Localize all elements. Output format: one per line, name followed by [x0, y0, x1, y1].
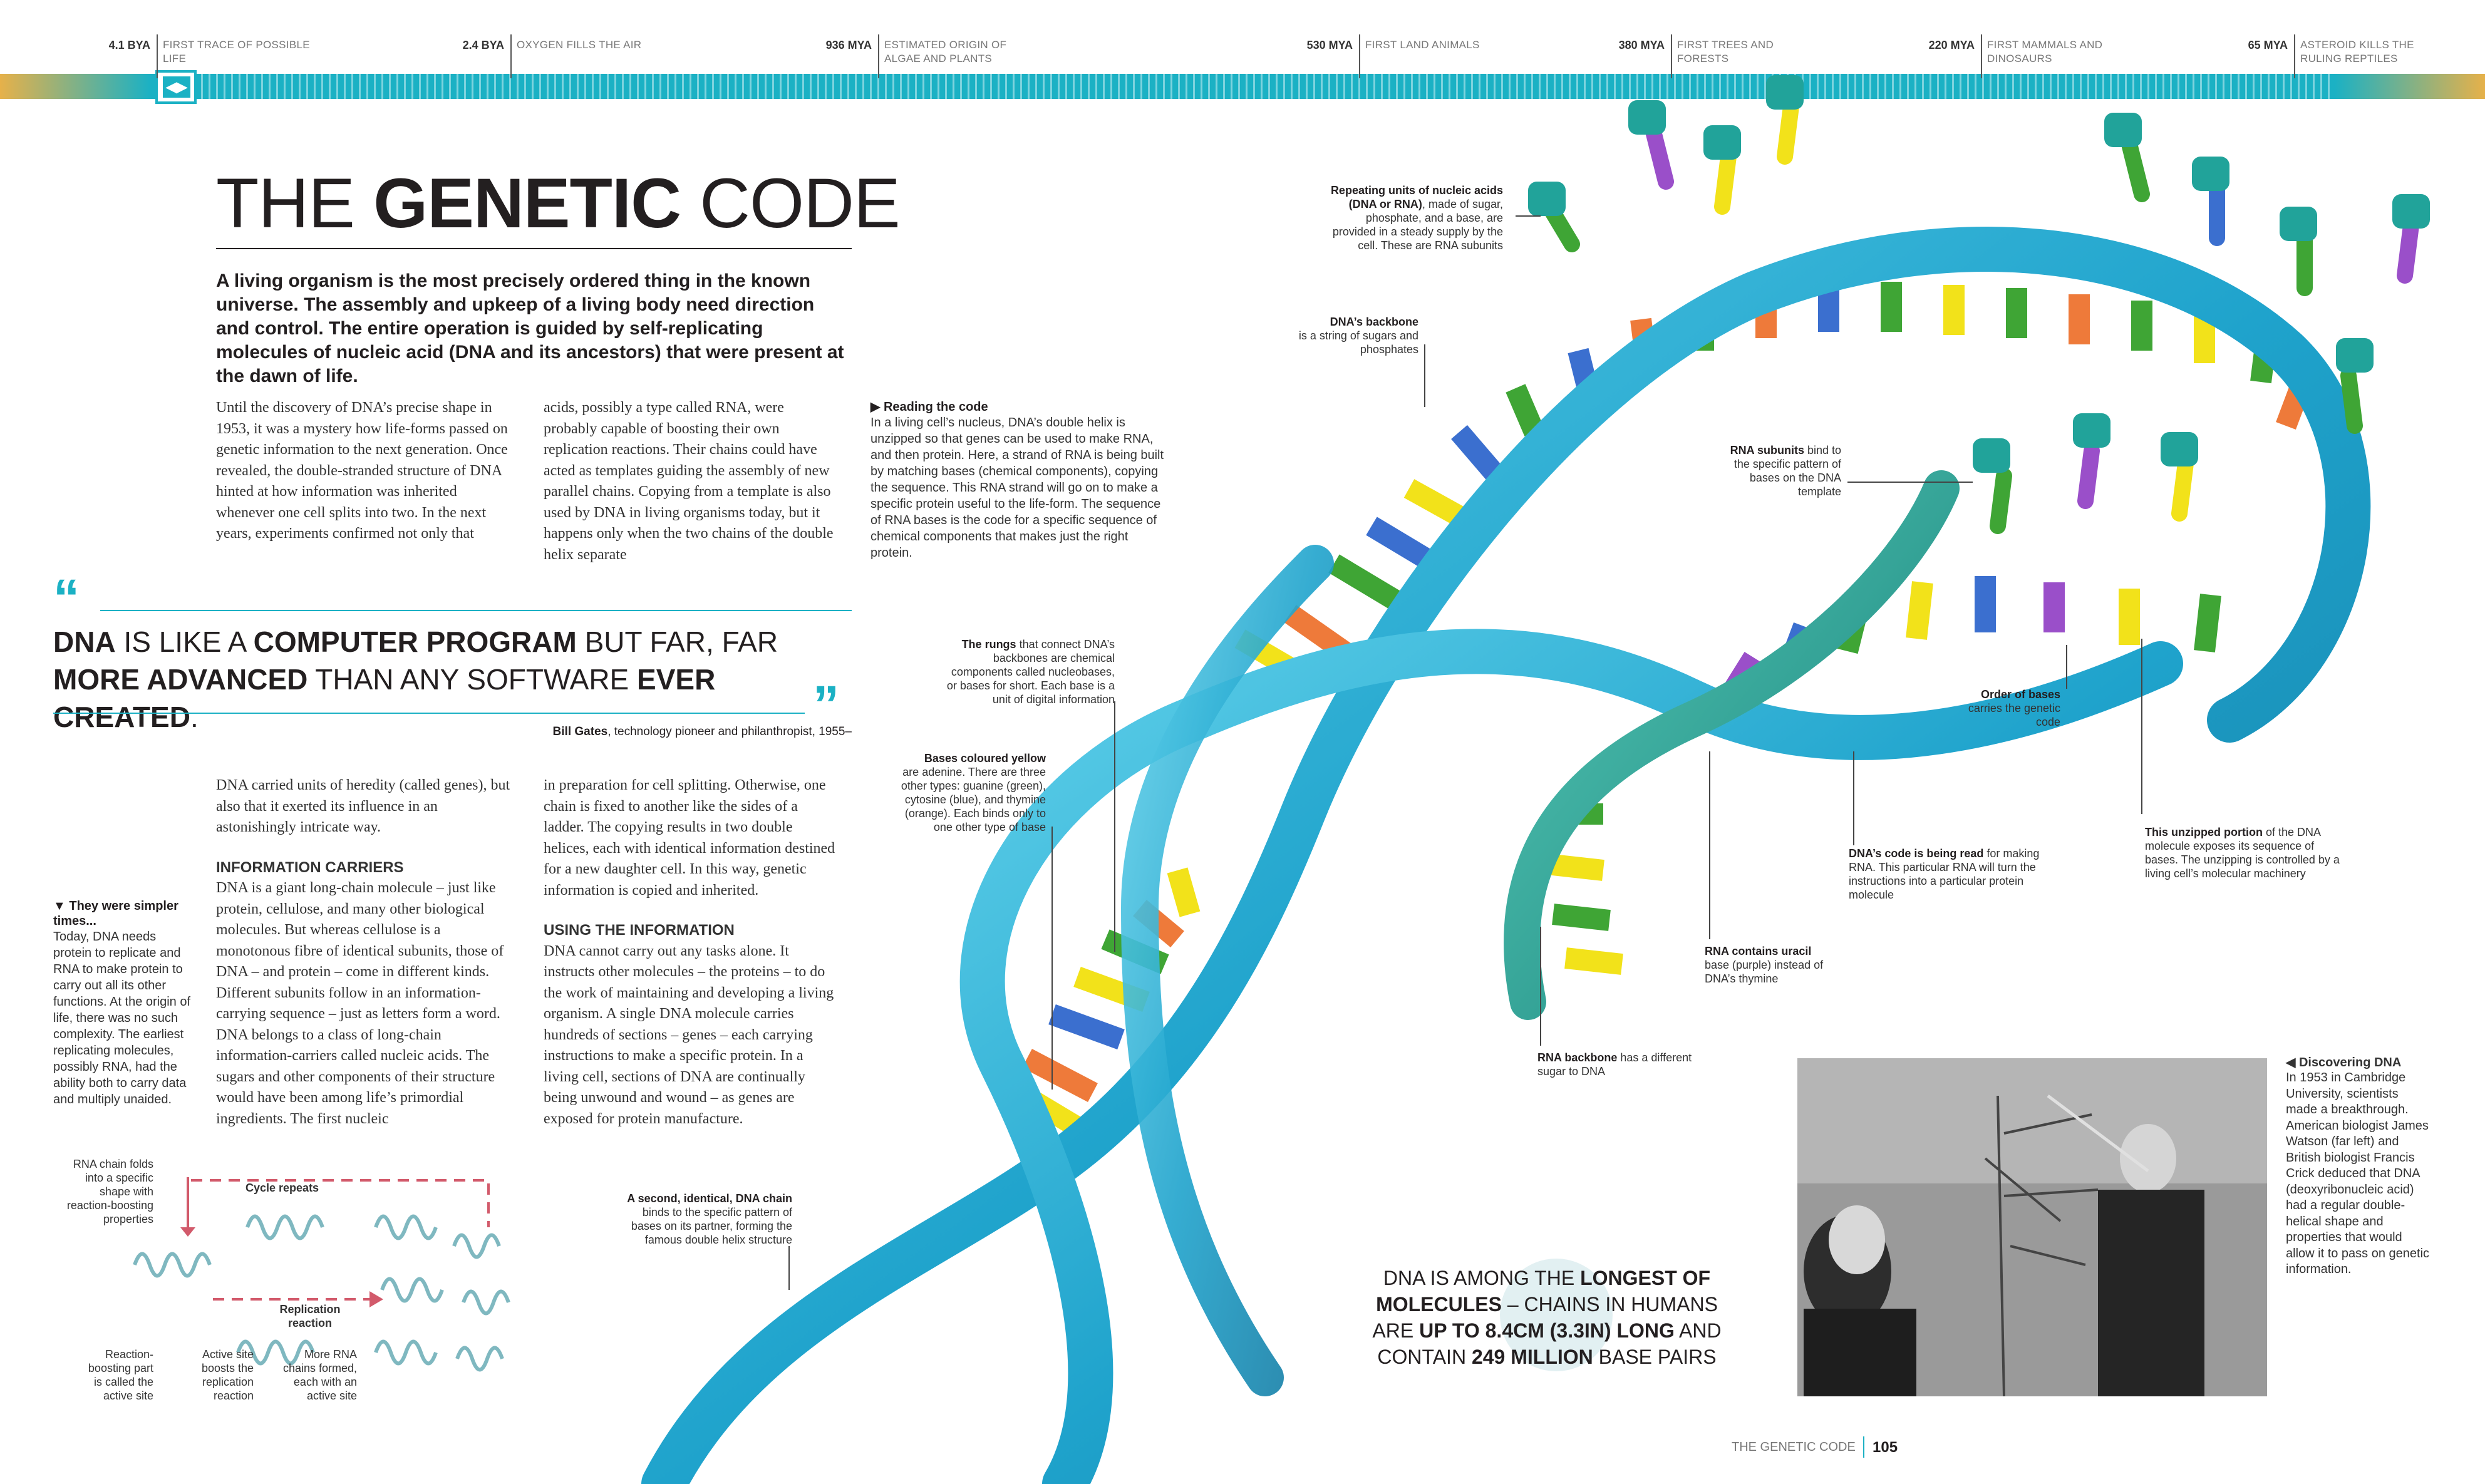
sidebar-text: Today, DNA needs protein to replicate an…	[53, 930, 191, 1106]
annotation-heading: Bases coloured yellow	[924, 752, 1046, 765]
sidebar-heading: ▼ They were simpler times...	[53, 899, 178, 928]
quote-attribution: Bill Gates, technology pioneer and phila…	[438, 725, 852, 739]
annotation-repeating-units: Repeating units of nucleic acids (DNA or…	[1321, 183, 1503, 252]
annotation-text: is a string of sugars and phosphates	[1298, 329, 1418, 356]
pull-quote: DNA IS LIKE A COMPUTER PROGRAM BUT FAR, …	[53, 623, 861, 736]
reading-text: In a living cell’s nucleus, DNA’s double…	[871, 416, 1164, 560]
quote-bold: MORE ADVANCED	[53, 663, 308, 696]
intro-paragraph: A living organism is the most precisely …	[216, 271, 844, 386]
quote-bold: DNA	[53, 626, 116, 658]
body-column: in preparation for cell splitting. Other…	[544, 775, 838, 1130]
body-column: DNA carried units of heredity (called ge…	[216, 775, 510, 1130]
simpler-times-sidebar: ▼ They were simpler times... Today, DNA …	[53, 899, 197, 1108]
title-divider	[216, 248, 852, 249]
annotation-second-chain: A second, identical, DNA chain binds to …	[614, 1192, 792, 1247]
annotation-text: base (purple) instead of DNA’s thymine	[1705, 959, 1824, 985]
annotation-rungs: The rungs that connect DNA’s backbones a…	[939, 637, 1115, 706]
quote-rule	[53, 713, 805, 714]
annotation-text: are adenine. There are three other types…	[901, 766, 1046, 833]
quote-text: BUT FAR, FAR	[576, 626, 778, 658]
callout-bold: 249 MILLION	[1471, 1346, 1593, 1368]
annotation-heading: The rungs	[961, 638, 1016, 651]
annotation-heading: DNA’s backbone	[1330, 316, 1418, 328]
body-paragraph: DNA is a giant long-chain molecule – jus…	[216, 880, 504, 1127]
open-quote-icon: “	[53, 569, 80, 627]
caption-heading: ◀ Discovering DNA	[2286, 1056, 2402, 1069]
annotation-uracil: RNA contains uracil base (purple) instead…	[1705, 944, 1855, 986]
annotation-order-of-bases: Order of bases carries the genetic code	[1954, 688, 2060, 729]
caption-text: In 1953 in Cambridge University, scienti…	[2286, 1071, 2430, 1276]
callout-bold: UP TO 8.4CM (3.3IN) LONG	[1419, 1319, 1675, 1342]
title-part: THE	[216, 164, 374, 242]
body-paragraph: DNA cannot carry out any tasks alone. It…	[544, 942, 834, 1127]
diagram-label: RNA chain folds into a specific shape wi…	[66, 1158, 153, 1225]
fact-callout: DNA IS AMONG THE LONGEST OF MOLECULES – …	[1365, 1265, 1728, 1370]
diagram-label: Reaction-boosting part is called the act…	[88, 1348, 153, 1402]
callout-text: BASE PAIRS	[1593, 1346, 1717, 1368]
diagram-label: Cycle repeats	[245, 1182, 319, 1194]
annotation-heading: RNA subunits	[1730, 444, 1804, 456]
reading-the-code-box: ▶ Reading the code In a living cell’s nu…	[871, 399, 1165, 561]
annotation-heading: RNA contains uracil	[1705, 945, 1812, 957]
body-paragraph: DNA carried units of heredity (called ge…	[216, 777, 510, 835]
photo-caption: ◀ Discovering DNA In 1953 in Cambridge U…	[2286, 1055, 2430, 1278]
annotation-text: carries the genetic code	[1968, 702, 2060, 728]
body-column: Until the discovery of DNA’s precise sha…	[216, 399, 508, 542]
quote-text: THAN ANY SOFTWARE	[307, 663, 638, 696]
reading-heading: ▶ Reading the code	[871, 400, 988, 414]
annotation-rna-subunits: RNA subunits bind to the specific patter…	[1728, 443, 1841, 498]
annotation-text: binds to the specific pattern of bases o…	[631, 1206, 792, 1246]
section-heading: USING THE INFORMATION	[544, 922, 735, 939]
footer-divider	[1863, 1436, 1864, 1458]
diagram-label: More RNA chains formed, each with an act…	[282, 1348, 357, 1402]
annotation-yellow-bases: Bases coloured yellow are adenine. There …	[889, 751, 1046, 834]
diagram-label: Active site boosts the replication react…	[201, 1348, 254, 1402]
close-quote-icon: ”	[813, 675, 839, 734]
callout-text: DNA IS AMONG THE	[1383, 1267, 1581, 1289]
annotation-heading: This unzipped portion	[2145, 826, 2263, 838]
diagram-label: Replication reaction	[279, 1303, 341, 1329]
page-number: 105	[1873, 1439, 1898, 1456]
quote-text: .	[190, 701, 199, 733]
section-heading: INFORMATION CARRIERS	[216, 858, 404, 876]
title-bold: GENETIC	[373, 164, 681, 242]
body-column: acids, possibly a type called RNA, were …	[544, 399, 834, 563]
watson-crick-photo	[1797, 1058, 2267, 1396]
annotation-code-being-read: DNA’s code is being read for making RNA.…	[1849, 847, 2049, 902]
page-title: THE GENETIC CODE	[216, 164, 901, 242]
quote-rule	[100, 610, 852, 611]
quote-bold: COMPUTER PROGRAM	[253, 626, 577, 658]
title-part: CODE	[680, 164, 901, 242]
quote-text: IS LIKE A	[115, 626, 254, 658]
annotation-backbone: DNA’s backbone is a string of sugars and …	[1290, 315, 1418, 356]
annotation-rna-backbone: RNA backbone has a different sugar to DN…	[1537, 1051, 1700, 1078]
running-head: THE GENETIC CODE	[1732, 1440, 1856, 1454]
rna-cycle-diagram	[133, 1177, 510, 1372]
annotation-heading: Order of bases	[1980, 688, 2060, 701]
photo-scene	[1797, 1058, 2267, 1396]
annotation-unzipped: This unzipped portion of the DNA molecul…	[2145, 825, 2345, 880]
rna-subunits-floating	[1528, 75, 2430, 534]
annotation-heading: DNA’s code is being read	[1849, 847, 1984, 860]
annotation-heading: A second, identical, DNA chain	[627, 1192, 792, 1205]
attribution-name: Bill Gates	[552, 725, 608, 738]
annotation-heading: RNA backbone	[1537, 1051, 1618, 1064]
attribution-role: , technology pioneer and philanthropist,…	[607, 725, 852, 738]
body-paragraph: in preparation for cell splitting. Other…	[544, 777, 835, 899]
